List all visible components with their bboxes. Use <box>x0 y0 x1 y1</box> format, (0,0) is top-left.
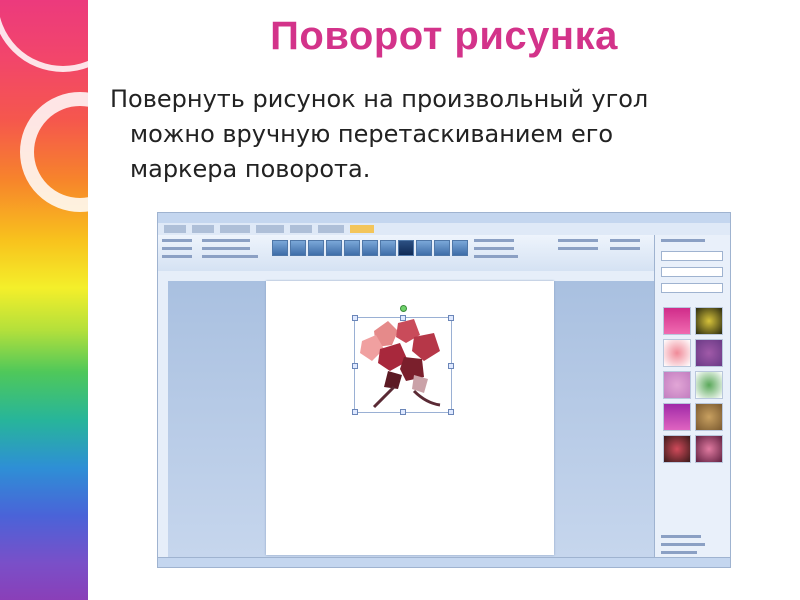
picture-selection-box[interactable] <box>354 317 452 413</box>
screenshot-clipart-pane <box>654 235 730 557</box>
body-line-3: маркера поворота. <box>130 155 371 183</box>
screenshot-titlebar <box>158 213 730 223</box>
body-line-1: Повернуть рисунок на произвольный угол <box>110 85 649 113</box>
word-screenshot <box>157 212 731 568</box>
rotation-handle-icon[interactable] <box>400 305 407 312</box>
body-line-2: можно вручную перетаскиванием его <box>130 120 614 148</box>
screenshot-statusbar <box>158 557 730 567</box>
slide-title: Поворот рисунка <box>270 14 618 58</box>
slide-body: Повернуть рисунок на произвольный угол м… <box>110 82 790 187</box>
